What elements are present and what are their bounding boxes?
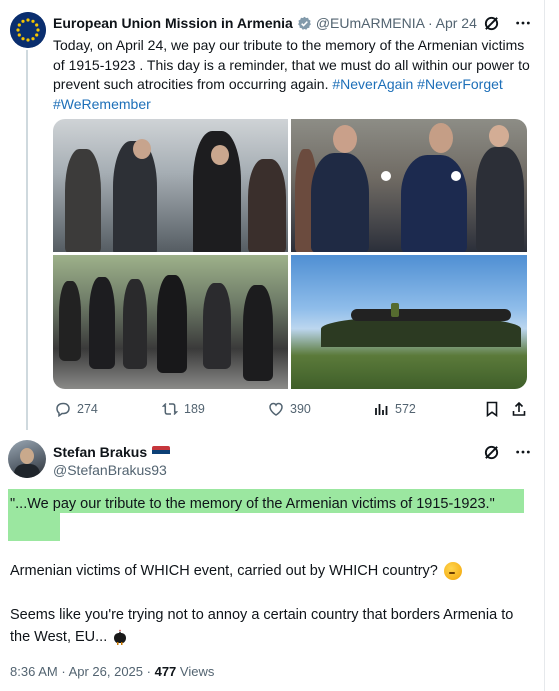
repost-count: 189 bbox=[184, 402, 205, 416]
tweet2-quote: "...We pay our tribute to the memory of … bbox=[10, 496, 495, 512]
tweet2-time[interactable]: 8:36 AM bbox=[10, 664, 58, 679]
separator-dot: · bbox=[146, 664, 155, 679]
tweet1-author-name[interactable]: European Union Mission in Armenia bbox=[53, 15, 293, 31]
tweet2-paragraph-2: Seems like you're trying not to annoy a … bbox=[10, 604, 530, 648]
tweet2-author-name[interactable]: Stefan Brakus bbox=[53, 444, 147, 460]
tweet1-body: Today, on April 24, we pay our tribute t… bbox=[53, 36, 531, 114]
stefan-brakus-avatar[interactable] bbox=[8, 440, 46, 478]
view-count: 572 bbox=[395, 402, 416, 416]
more-icon[interactable] bbox=[514, 14, 532, 32]
thinking-face-icon bbox=[443, 562, 462, 580]
rooster-icon bbox=[114, 629, 127, 646]
tweet2-paragraph-2-text: Seems like you're trying not to annoy a … bbox=[10, 607, 514, 645]
verified-badge-icon bbox=[297, 16, 312, 31]
heart-icon bbox=[269, 402, 283, 416]
repost-icon bbox=[162, 402, 178, 416]
bookmark-button[interactable] bbox=[484, 401, 500, 417]
media-photo-1[interactable] bbox=[53, 119, 288, 252]
separator-dot: · bbox=[61, 664, 69, 679]
tweet1-action-bar: 274 189 390 572 bbox=[53, 399, 531, 421]
serbia-flag-icon bbox=[152, 446, 171, 458]
tweet2-date[interactable]: Apr 26, 2025 bbox=[69, 664, 143, 679]
reply-count: 274 bbox=[77, 402, 98, 416]
tweet1-date[interactable]: Apr 24 bbox=[436, 15, 477, 31]
media-photo-4[interactable] bbox=[291, 255, 527, 389]
more-icon[interactable] bbox=[514, 443, 532, 461]
separator-dot: · bbox=[427, 15, 433, 31]
tweet-thread: European Union Mission in Armenia @EUmAR… bbox=[0, 0, 545, 691]
media-photo-2[interactable] bbox=[291, 119, 527, 252]
share-button[interactable] bbox=[511, 401, 527, 417]
tweet2-handle[interactable]: @StefanBrakus93 bbox=[53, 462, 167, 478]
tweet1-header: European Union Mission in Armenia @EUmAR… bbox=[53, 13, 532, 33]
repost-button[interactable]: 189 bbox=[162, 401, 205, 417]
views-button[interactable]: 572 bbox=[373, 401, 416, 417]
grok-icon[interactable] bbox=[482, 14, 500, 32]
tweet2-paragraph-1: Armenian victims of WHICH event, carried… bbox=[10, 562, 462, 580]
tweet1-handle[interactable]: @EUmARMENIA bbox=[316, 15, 425, 31]
tweet2-views-count: 477 bbox=[154, 664, 177, 679]
thread-connector-line bbox=[26, 50, 28, 430]
like-count: 390 bbox=[290, 402, 311, 416]
quote-highlight-tail bbox=[8, 513, 60, 541]
tweet1-media-grid[interactable] bbox=[53, 119, 527, 389]
eu-mission-avatar[interactable] bbox=[10, 12, 46, 48]
views-chart-icon bbox=[375, 404, 388, 415]
reply-button[interactable]: 274 bbox=[55, 401, 98, 417]
media-photo-3[interactable] bbox=[53, 255, 288, 389]
share-icon bbox=[512, 401, 526, 416]
like-button[interactable]: 390 bbox=[268, 401, 311, 417]
reply-icon bbox=[56, 402, 70, 417]
grok-icon[interactable] bbox=[482, 443, 500, 461]
tweet2-metadata: 8:36 AM · Apr 26, 2025 · 477 Views bbox=[10, 664, 214, 679]
tweet2-views-label: Views bbox=[179, 664, 215, 679]
tweet2-header: Stefan Brakus bbox=[53, 442, 532, 462]
bookmark-icon bbox=[486, 401, 498, 417]
tweet2-paragraph-1-text: Armenian victims of WHICH event, carried… bbox=[10, 563, 438, 579]
